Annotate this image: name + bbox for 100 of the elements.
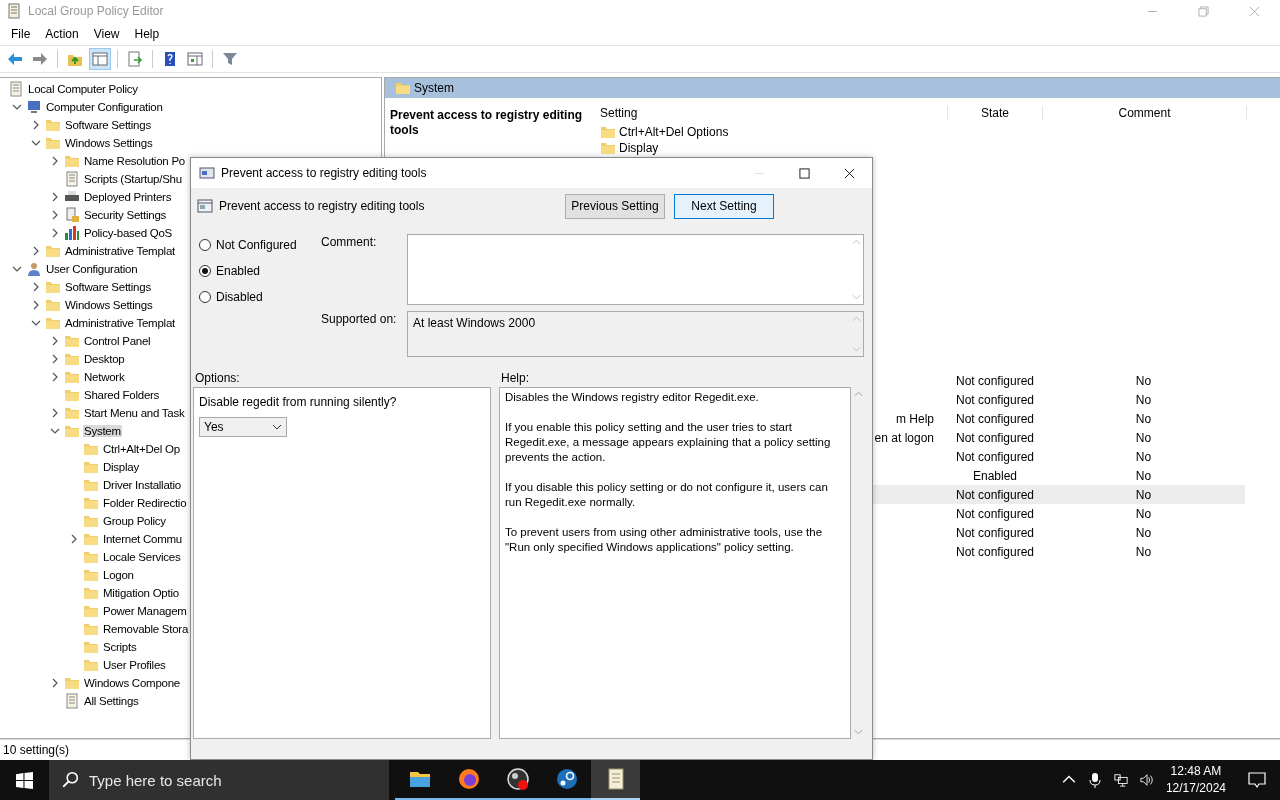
window-title: Local Group Policy Editor <box>28 4 164 18</box>
menu-item[interactable]: View <box>86 26 128 41</box>
previous-setting-button[interactable]: Previous Setting <box>565 193 665 219</box>
tree-item[interactable]: Administrative Templat <box>64 245 176 257</box>
bar-chart-icon <box>64 225 80 241</box>
tree-item[interactable]: Display <box>102 461 140 473</box>
tree-item[interactable]: User Configuration <box>45 263 139 275</box>
tree-item[interactable]: Driver Installatio <box>102 479 182 491</box>
table-cell: Not configured <box>955 373 1034 388</box>
policy-icon <box>197 198 213 214</box>
tree-item[interactable]: Mitigation Optio <box>102 587 180 599</box>
table-cell: Enabled <box>972 468 1017 483</box>
clock-date[interactable]: 12/17/2024 <box>1165 780 1226 797</box>
folder-icon <box>45 117 61 133</box>
column-header[interactable]: State <box>948 106 1043 120</box>
column-header[interactable]: Comment <box>1043 106 1247 120</box>
supported-on-value: At least Windows 2000 <box>412 315 537 332</box>
folder-icon <box>83 603 99 619</box>
table-cell: Not configured <box>955 449 1034 464</box>
folder-icon <box>64 405 80 421</box>
tree-item[interactable]: Windows Compone <box>83 677 181 689</box>
tree-item[interactable]: Local Computer Policy <box>27 83 139 95</box>
tree-item[interactable]: Windows Settings <box>64 137 154 149</box>
menu-item[interactable]: Action <box>38 26 87 41</box>
next-setting-button[interactable]: Next Setting <box>674 193 774 219</box>
tree-item[interactable]: Control Panel <box>83 335 152 347</box>
folder-icon <box>45 243 61 259</box>
radio-button[interactable] <box>199 291 211 303</box>
folder-icon <box>83 441 99 457</box>
radio-label[interactable]: Disabled <box>216 290 263 304</box>
tree-item[interactable]: Group Policy <box>102 515 167 527</box>
tree-item[interactable]: Scripts <box>102 641 138 653</box>
tree-item[interactable]: Removable Stora <box>102 623 190 635</box>
tree-item[interactable]: Name Resolution Po <box>83 155 186 167</box>
tree-item[interactable]: Start Menu and Task <box>83 407 186 419</box>
tree-item[interactable]: Software Settings <box>64 119 152 131</box>
lock-icon <box>64 207 80 223</box>
tree-item[interactable]: Security Settings <box>83 209 168 221</box>
policy-heading: Prevent access to registry editing tools <box>219 199 426 213</box>
help-paragraph: Disables the Windows registry editor Regedit.exe. <box>505 390 760 405</box>
menu-item[interactable]: File <box>4 26 39 41</box>
notification-icon[interactable] <box>1248 771 1266 789</box>
option-dropdown[interactable]: Yes <box>199 417 287 437</box>
tree-item[interactable]: Shared Folders <box>83 389 161 401</box>
radio-button[interactable] <box>199 265 211 277</box>
speaker-icon[interactable] <box>1139 772 1154 788</box>
tree-item[interactable]: System <box>83 425 122 437</box>
column-header[interactable]: Setting <box>594 106 948 120</box>
folder-icon <box>45 297 61 313</box>
menu-item[interactable]: Help <box>127 26 168 41</box>
folder-icon <box>600 140 616 156</box>
tree-item[interactable]: Ctrl+Alt+Del Op <box>102 443 181 455</box>
close-icon[interactable] <box>844 167 855 179</box>
tree-item[interactable]: Desktop <box>83 353 126 365</box>
dialog-title: Prevent access to registry editing tools <box>221 166 427 180</box>
folder-icon <box>83 459 99 475</box>
tree-item[interactable]: Locale Services <box>102 551 182 563</box>
folder-icon <box>83 513 99 529</box>
folder-icon <box>45 279 61 295</box>
scroll-icon[interactable] <box>591 760 640 800</box>
tree-item[interactable]: Software Settings <box>64 281 152 293</box>
folder-icon <box>83 531 99 547</box>
tree-item[interactable]: Administrative Templat <box>64 317 176 329</box>
tree-item[interactable]: Folder Redirectio <box>102 497 188 509</box>
start-icon[interactable] <box>16 771 33 789</box>
table-cell: Not configured <box>955 392 1034 407</box>
radio-label[interactable]: Enabled <box>216 264 261 278</box>
tree-item[interactable]: Windows Settings <box>64 299 154 311</box>
search-field[interactable]: Type here to search <box>49 760 389 800</box>
tree-pane-icon[interactable] <box>89 48 111 70</box>
tree-item[interactable]: All Settings <box>83 695 140 707</box>
folder-icon <box>64 387 80 403</box>
table-cell: No <box>1135 373 1152 388</box>
maximize-icon[interactable] <box>799 167 810 179</box>
table-cell: No <box>1135 392 1152 407</box>
microphone-icon[interactable] <box>1087 772 1102 788</box>
tree-item[interactable]: Policy-based QoS <box>83 227 174 239</box>
tree-item[interactable]: Deployed Printers <box>83 191 173 203</box>
tree-item[interactable]: Power Managem <box>102 605 188 617</box>
radio-button[interactable] <box>199 239 211 251</box>
table-cell: No <box>1135 411 1152 426</box>
tree-item[interactable]: Scripts (Startup/Shu <box>83 173 183 185</box>
tree-item[interactable]: Network <box>83 371 126 383</box>
table-cell: Display <box>619 141 659 155</box>
folder-icon <box>64 333 80 349</box>
app-icon <box>6 3 22 19</box>
radio-label[interactable]: Not Configured <box>216 238 297 252</box>
folder-icon <box>395 80 411 96</box>
tree-item[interactable]: Internet Commu <box>102 533 183 545</box>
tree-item[interactable]: User Profiles <box>102 659 167 671</box>
folder-icon <box>64 675 80 691</box>
tree-item[interactable]: Logon <box>102 569 135 581</box>
folder-icon <box>83 549 99 565</box>
table-cell: Ctrl+Alt+Del Options <box>619 125 729 139</box>
table-cell: m Help <box>896 411 934 426</box>
network-icon[interactable] <box>1113 772 1128 788</box>
tree-item[interactable]: Computer Configuration <box>45 101 164 113</box>
clock-time[interactable]: 12:48 AM <box>1170 763 1222 780</box>
document-icon <box>64 171 80 187</box>
table-cell: No <box>1135 506 1152 521</box>
